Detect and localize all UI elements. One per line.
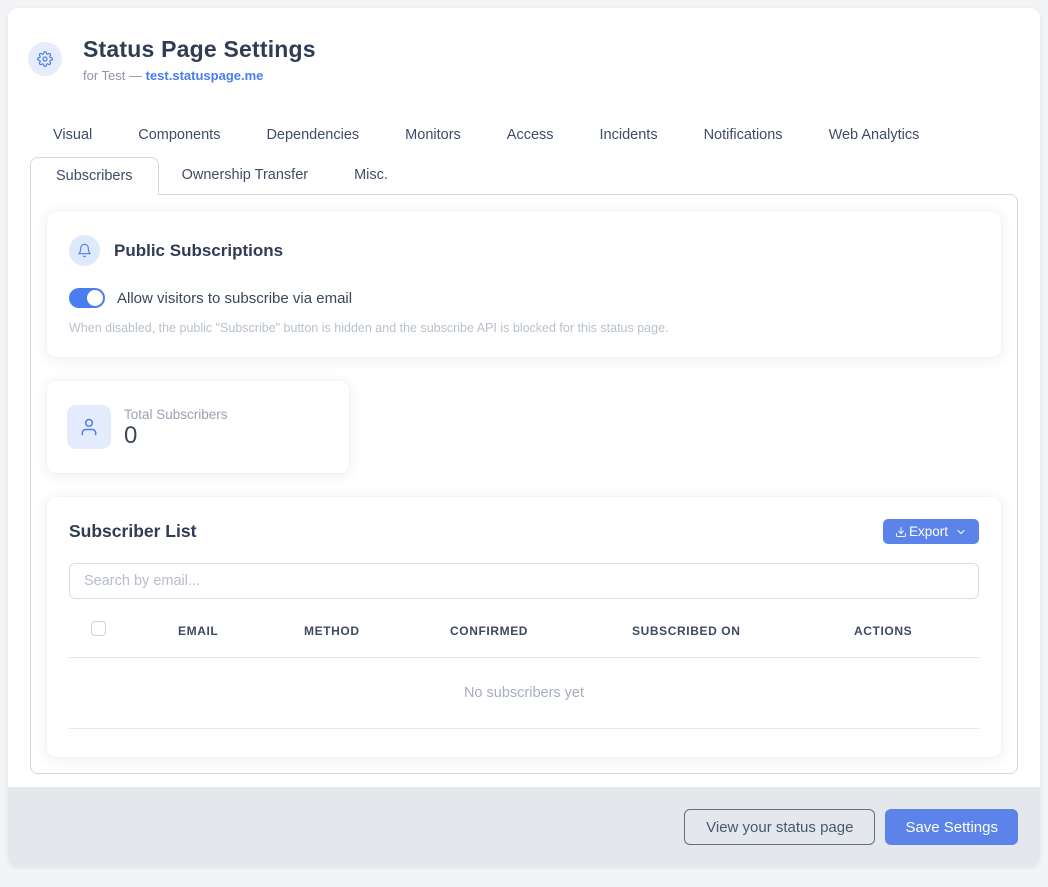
column-header-method: Method	[282, 624, 428, 638]
tab-web-analytics[interactable]: Web Analytics	[806, 119, 943, 151]
page-title: Status Page Settings	[83, 36, 316, 63]
status-page-link[interactable]: test.statuspage.me	[146, 68, 264, 83]
empty-state-row: No subscribers yet	[69, 658, 979, 729]
public-subscriptions-title: Public Subscriptions	[114, 241, 283, 261]
column-header-email: Email	[156, 624, 282, 638]
tab-incidents[interactable]: Incidents	[577, 119, 681, 151]
subtitle-prefix: for Test —	[83, 68, 146, 83]
select-all-checkbox[interactable]	[91, 621, 106, 636]
page-header: Status Page Settings for Test — test.sta…	[8, 8, 1040, 83]
tab-visual[interactable]: Visual	[30, 119, 115, 151]
column-header-actions: Actions	[832, 624, 979, 638]
tab-dependencies[interactable]: Dependencies	[243, 119, 382, 151]
chevron-down-icon	[955, 526, 967, 538]
subscribers-panel: Public Subscriptions Allow visitors to s…	[30, 194, 1018, 774]
toggle-knob	[87, 290, 103, 306]
settings-tabs: Visual Components Dependencies Monitors …	[30, 119, 1018, 194]
column-header-confirmed: Confirmed	[428, 624, 610, 638]
user-icon	[67, 405, 111, 449]
subscriber-list-card: Subscriber List Export Email	[47, 497, 1001, 757]
subscriber-list-title: Subscriber List	[69, 521, 196, 542]
tab-monitors[interactable]: Monitors	[382, 119, 484, 151]
search-input[interactable]	[69, 563, 979, 599]
table-header-row: Email Method Confirmed Subscribed On Act…	[69, 621, 979, 658]
page-subtitle: for Test — test.statuspage.me	[83, 68, 316, 83]
save-settings-button[interactable]: Save Settings	[885, 809, 1018, 845]
tab-ownership-transfer[interactable]: Ownership Transfer	[159, 157, 332, 194]
subscribe-help-text: When disabled, the public "Subscribe" bu…	[69, 321, 979, 335]
column-header-subscribed-on: Subscribed On	[610, 624, 832, 638]
total-subscribers-label: Total Subscribers	[124, 407, 228, 422]
total-subscribers-value: 0	[124, 424, 228, 448]
tab-subscribers[interactable]: Subscribers	[30, 157, 159, 195]
public-subscriptions-card: Public Subscriptions Allow visitors to s…	[47, 211, 1001, 357]
export-button[interactable]: Export	[883, 519, 979, 544]
status-page-settings-card: Status Page Settings for Test — test.sta…	[8, 8, 1040, 867]
footer-actions: View your status page Save Settings	[8, 787, 1040, 867]
tab-misc[interactable]: Misc.	[331, 157, 411, 194]
view-status-page-button[interactable]: View your status page	[684, 809, 875, 845]
tab-components[interactable]: Components	[115, 119, 243, 151]
subscribe-toggle-label: Allow visitors to subscribe via email	[117, 290, 352, 307]
gear-icon	[28, 42, 62, 76]
subscribe-toggle[interactable]	[69, 288, 105, 308]
empty-state-text: No subscribers yet	[464, 685, 584, 701]
download-icon	[895, 526, 907, 538]
tab-access[interactable]: Access	[484, 119, 577, 151]
tab-notifications[interactable]: Notifications	[681, 119, 806, 151]
bell-icon	[69, 235, 100, 266]
export-button-label: Export	[909, 524, 948, 539]
total-subscribers-card: Total Subscribers 0	[47, 381, 349, 473]
